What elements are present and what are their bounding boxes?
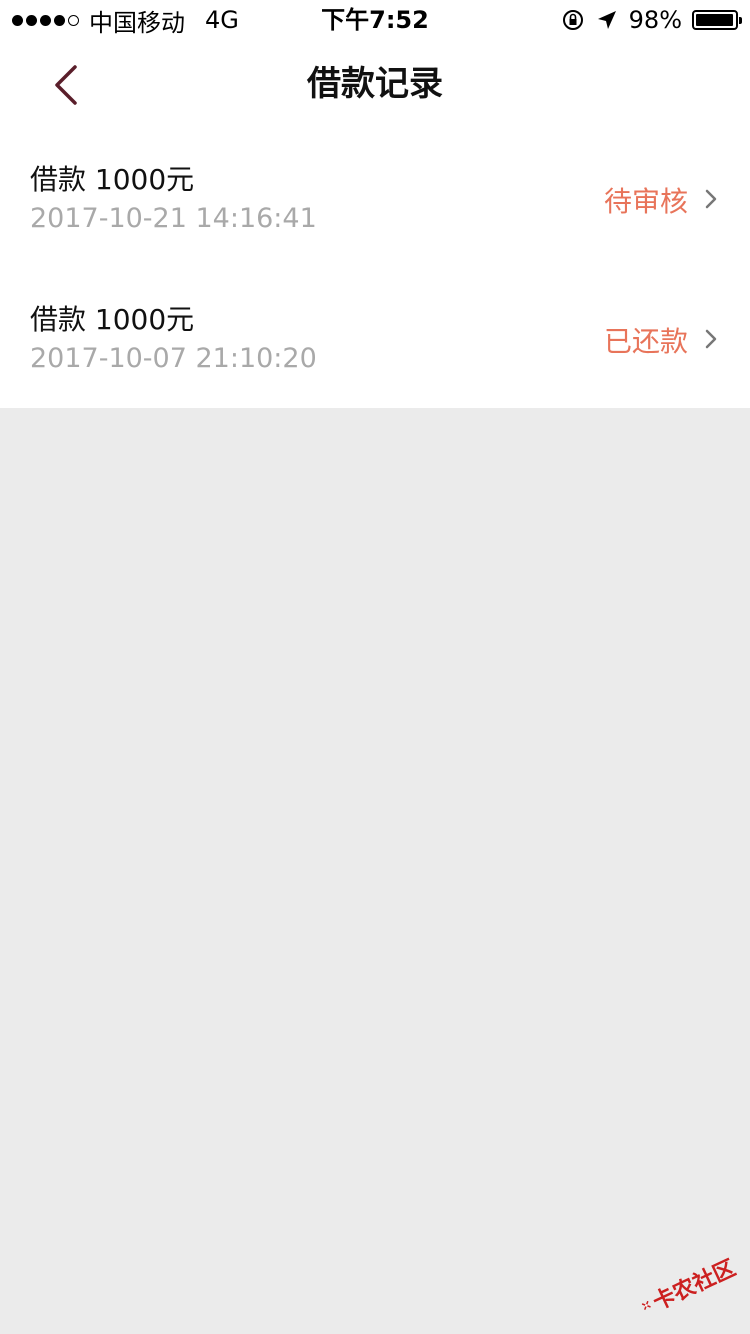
chevron-right-icon xyxy=(705,329,717,349)
orientation-lock-icon xyxy=(562,10,583,30)
back-button[interactable] xyxy=(40,60,90,110)
chevron-left-icon xyxy=(55,65,77,105)
location-arrow-icon xyxy=(597,11,616,29)
status-bar: 中国移动 4G 下午7:52 98% xyxy=(0,0,750,40)
watermark-text: 卡农社区 xyxy=(649,1255,740,1316)
loan-status: 待审核 xyxy=(603,185,688,218)
status-right: 98% xyxy=(561,4,742,36)
watermark: 卡农社区 xyxy=(631,1239,745,1332)
screen: 中国移动 4G 下午7:52 98% 借款记录 借款 1000元 2017-10… xyxy=(0,0,750,1334)
list-item[interactable]: 借款 1000元 2017-10-07 21:10:20 已还款 xyxy=(0,268,750,408)
page-title: 借款记录 xyxy=(307,64,443,104)
loan-timestamp: 2017-10-07 21:10:20 xyxy=(30,343,317,374)
loan-timestamp: 2017-10-21 14:16:41 xyxy=(30,203,317,234)
chevron-right-icon xyxy=(705,189,717,209)
loan-amount: 借款 1000元 xyxy=(30,163,195,196)
nav-bar: 借款记录 xyxy=(0,40,750,128)
loan-amount: 借款 1000元 xyxy=(30,303,195,336)
loan-record-list: 借款 1000元 2017-10-21 14:16:41 待审核 借款 1000… xyxy=(0,128,750,408)
battery-percent: 98% xyxy=(628,6,682,34)
battery-fill xyxy=(696,14,734,26)
loan-status: 已还款 xyxy=(603,325,688,358)
battery-icon xyxy=(692,10,742,30)
list-item[interactable]: 借款 1000元 2017-10-21 14:16:41 待审核 xyxy=(0,128,750,268)
